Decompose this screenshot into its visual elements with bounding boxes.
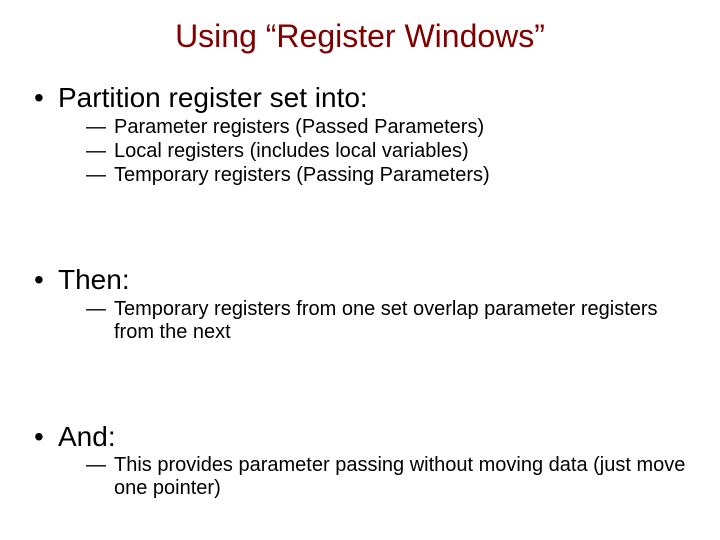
- list-item: This provides parameter passing without …: [30, 454, 690, 500]
- section-heading-partition: Partition register set into:: [30, 83, 690, 114]
- section-heading-and: And:: [30, 422, 690, 453]
- section-items-then: Temporary registers from one set overlap…: [30, 298, 690, 344]
- slide: Using “Register Windows” Partition regis…: [0, 0, 720, 540]
- list-item: Local registers (includes local variable…: [30, 140, 690, 163]
- section-heading-then: Then:: [30, 265, 690, 296]
- section-items-and: This provides parameter passing without …: [30, 454, 690, 500]
- section-items-partition: Parameter registers (Passed Parameters) …: [30, 116, 690, 187]
- list-item: Temporary registers from one set overlap…: [30, 298, 690, 344]
- list-item: Temporary registers (Passing Parameters): [30, 164, 690, 187]
- list-item: Parameter registers (Passed Parameters): [30, 116, 690, 139]
- slide-title: Using “Register Windows”: [30, 18, 690, 55]
